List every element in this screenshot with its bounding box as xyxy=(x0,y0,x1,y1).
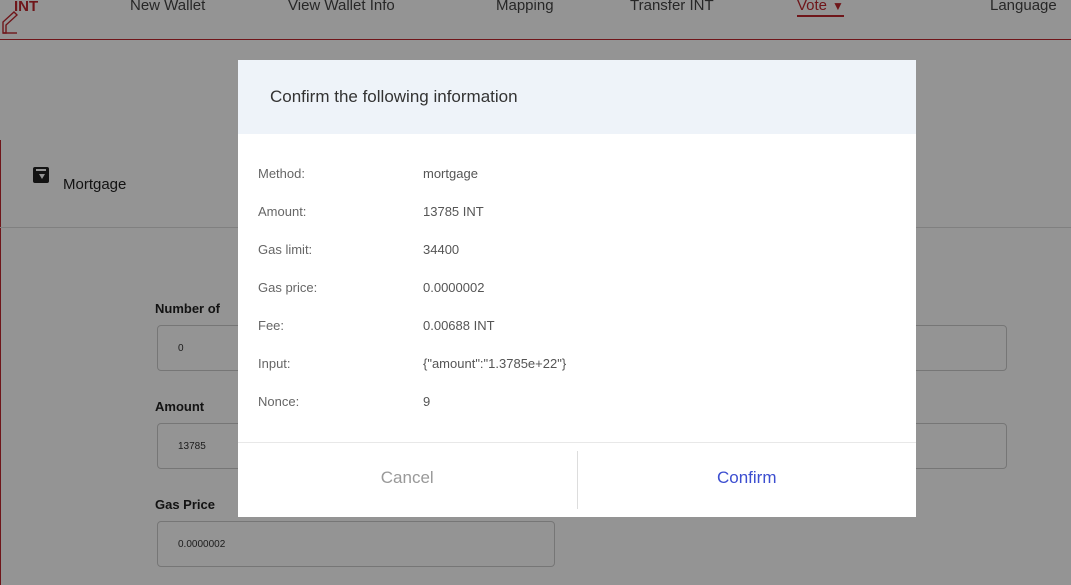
cancel-button[interactable]: Cancel xyxy=(238,441,577,515)
dialog-title: Confirm the following information xyxy=(270,87,518,106)
info-row-gas-limit: Gas limit: 34400 xyxy=(258,230,459,268)
info-row-input: Input: {"amount":"1.3785e+22"} xyxy=(258,344,566,382)
info-row-fee: Fee: 0.00688 INT xyxy=(258,306,495,344)
dialog-header: Confirm the following information xyxy=(238,60,916,134)
info-key: Nonce: xyxy=(258,393,300,409)
info-key: Input: xyxy=(258,355,291,371)
info-key: Gas limit: xyxy=(258,241,313,257)
info-value: 9 xyxy=(423,393,431,409)
info-row-amount: Amount: 13785 INT xyxy=(258,192,484,230)
info-key: Gas price: xyxy=(258,279,318,295)
confirm-dialog: Confirm the following information Method… xyxy=(238,60,916,517)
info-row-method: Method: mortgage xyxy=(258,154,478,192)
info-key: Fee: xyxy=(258,317,285,333)
info-value: 13785 INT xyxy=(423,203,484,219)
info-key: Amount: xyxy=(258,203,307,219)
info-value: mortgage xyxy=(423,165,478,181)
dialog-footer: Cancel Confirm xyxy=(238,442,916,517)
info-key: Method: xyxy=(258,165,305,181)
info-row-gas-price: Gas price: 0.0000002 xyxy=(258,268,484,306)
info-value: 0.00688 INT xyxy=(423,317,495,333)
info-value: 34400 xyxy=(423,241,460,257)
confirm-button[interactable]: Confirm xyxy=(578,441,917,515)
info-row-nonce: Nonce: 9 xyxy=(258,382,430,420)
info-value: 0.0000002 xyxy=(423,279,485,295)
info-value: {"amount":"1.3785e+22"} xyxy=(423,355,567,371)
